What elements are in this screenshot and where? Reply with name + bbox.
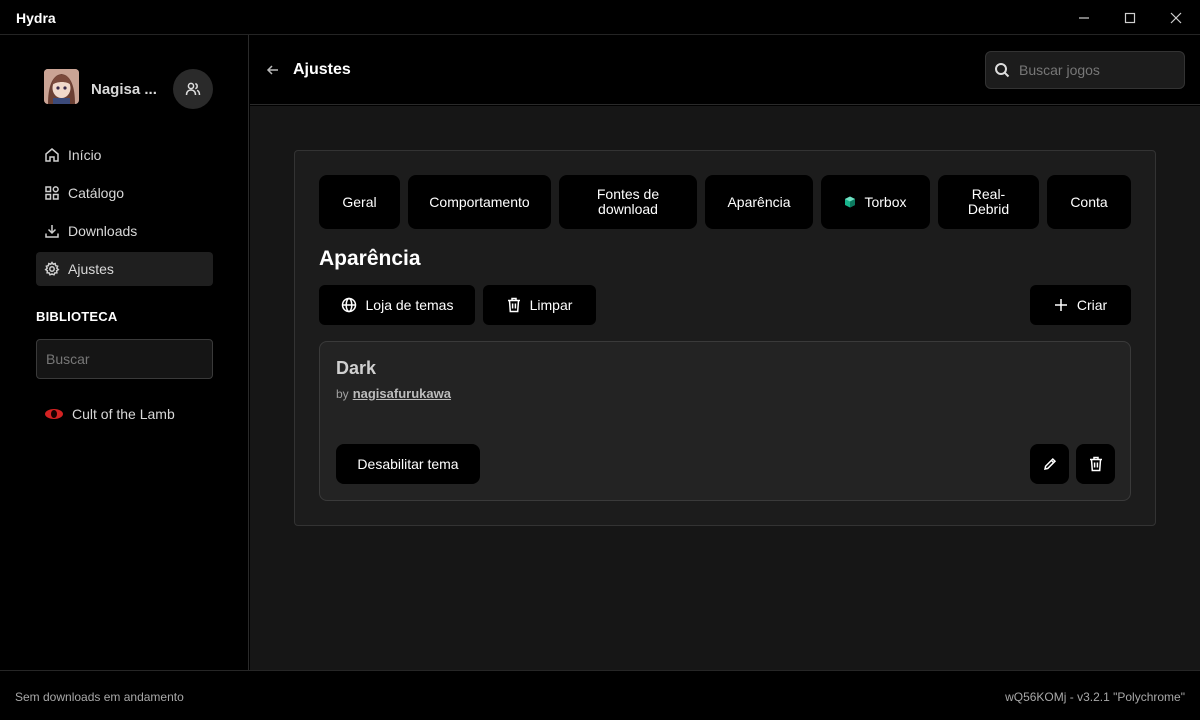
theme-author-line: by nagisafurukawa	[336, 386, 451, 401]
section-title: Aparência	[319, 247, 421, 270]
sidebar-item-label: Ajustes	[68, 261, 114, 277]
theme-store-button[interactable]: Loja de temas	[319, 285, 475, 325]
close-icon	[1170, 12, 1182, 23]
page-title: Ajustes	[293, 61, 351, 78]
delete-theme-button[interactable]	[1076, 444, 1115, 484]
status-bar: Sem downloads em andamento wQ56KOMj - v3…	[0, 670, 1200, 720]
maximize-button[interactable]	[1107, 0, 1153, 35]
theme-author-link[interactable]: nagisafurukawa	[353, 386, 451, 401]
version-label: wQ56KOMj - v3.2.1 "Polychrome"	[1005, 690, 1185, 704]
theme-name: Dark	[336, 358, 377, 378]
tab-aparencia[interactable]: Aparência	[705, 175, 813, 229]
search-icon	[995, 63, 1010, 78]
close-button[interactable]	[1153, 0, 1199, 35]
download-status: Sem downloads em andamento	[15, 690, 184, 704]
tab-comportamento[interactable]: Comportamento	[408, 175, 551, 229]
search-input[interactable]	[1019, 62, 1169, 78]
plus-icon	[1054, 299, 1067, 311]
tab-label: Comportamento	[429, 193, 530, 210]
tab-label: Conta	[1070, 193, 1108, 210]
sidebar-item-downloads[interactable]: Downloads	[36, 214, 213, 248]
friends-button[interactable]	[173, 69, 213, 109]
trash-icon	[1089, 456, 1102, 472]
tab-geral[interactable]: Geral	[319, 175, 400, 229]
theme-store-label: Loja de temas	[365, 297, 454, 313]
profile-button[interactable]: Nagisa ...	[44, 69, 157, 104]
users-icon	[185, 82, 201, 96]
tab-label: Fontes de download	[596, 186, 660, 217]
edit-theme-button[interactable]	[1030, 444, 1069, 484]
sidebar-item-label: Início	[68, 147, 102, 163]
grid-icon	[45, 186, 59, 200]
sidebar: Nagisa ... Início Catálogo Downloads Aju…	[0, 35, 249, 670]
app-title: Hydra	[16, 10, 56, 26]
clear-button[interactable]: Limpar	[483, 285, 596, 325]
tab-label: Torbox	[864, 193, 907, 210]
cult-of-the-lamb-icon	[45, 409, 63, 419]
sidebar-item-catalogo[interactable]: Catálogo	[36, 176, 213, 210]
settings-content: Geral Comportamento Fontes de download A…	[250, 106, 1200, 670]
download-icon	[45, 225, 59, 238]
disable-theme-button[interactable]: Desabilitar tema	[336, 444, 480, 484]
tab-label: Geral	[342, 193, 377, 210]
disable-theme-label: Desabilitar tema	[357, 456, 459, 472]
search-box[interactable]	[985, 51, 1185, 89]
pencil-icon	[1043, 457, 1056, 470]
create-label: Criar	[1076, 297, 1108, 313]
tab-label: Real-Debrid	[967, 186, 1010, 217]
sidebar-item-inicio[interactable]: Início	[36, 138, 213, 172]
tab-torbox[interactable]: Torbox	[821, 175, 930, 229]
profile-name: Nagisa ...	[91, 81, 157, 98]
tab-label: Aparência	[727, 193, 791, 210]
trash-icon	[507, 297, 520, 313]
library-game-name: Cult of the Lamb	[72, 406, 175, 422]
page-header: Ajustes	[250, 35, 1200, 105]
sidebar-nav: Início Catálogo Downloads Ajustes	[36, 138, 213, 290]
maximize-icon	[1124, 12, 1136, 23]
library-search-input[interactable]	[36, 339, 213, 379]
create-theme-button[interactable]: Criar	[1030, 285, 1131, 325]
theme-card: Dark by nagisafurukawa Desabilitar tema	[319, 341, 1131, 501]
library-label: BIBLIOTECA	[36, 309, 118, 324]
back-button[interactable]	[264, 61, 282, 79]
tab-fontes-de-download[interactable]: Fontes de download	[559, 175, 697, 229]
arrow-left-icon	[266, 65, 278, 75]
globe-icon	[341, 297, 356, 313]
minimize-button[interactable]	[1061, 0, 1107, 35]
gear-icon	[44, 261, 60, 276]
tab-conta[interactable]: Conta	[1047, 175, 1131, 229]
sidebar-item-label: Catálogo	[68, 185, 125, 201]
sidebar-item-label: Downloads	[68, 223, 138, 239]
avatar	[44, 69, 79, 104]
theme-by-label: by	[336, 387, 349, 401]
torbox-icon	[845, 196, 856, 208]
title-bar: Hydra	[0, 0, 1200, 35]
tab-real-debrid[interactable]: Real-Debrid	[938, 175, 1039, 229]
settings-panel: Geral Comportamento Fontes de download A…	[294, 150, 1156, 526]
clear-label: Limpar	[529, 297, 573, 313]
library-game-item[interactable]: Cult of the Lamb	[36, 399, 213, 429]
sidebar-item-ajustes[interactable]: Ajustes	[36, 252, 213, 286]
minimize-icon	[1079, 16, 1089, 19]
home-icon	[45, 148, 59, 162]
